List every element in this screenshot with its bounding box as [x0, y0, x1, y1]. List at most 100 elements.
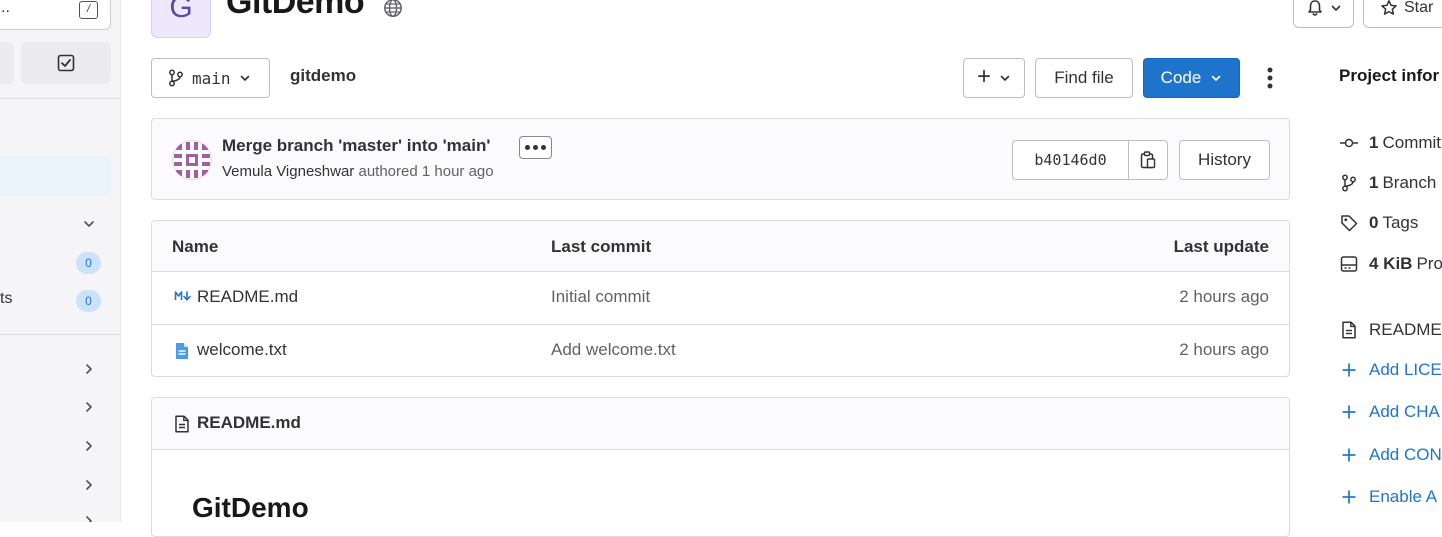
ellipsis-dot — [541, 145, 546, 150]
history-button[interactable]: History — [1179, 140, 1270, 180]
commit-meta: Vemula Vigneshwar authored 1 hour ago — [222, 163, 494, 180]
todo-checkbox-icon — [57, 54, 75, 72]
chevron-right-icon[interactable] — [82, 400, 96, 414]
commits-count-link[interactable]: 1 Commit — [1339, 131, 1441, 155]
chevron-down-icon — [1000, 75, 1010, 81]
commit-icon — [1340, 138, 1358, 148]
notification-bell-button[interactable] — [1293, 0, 1354, 28]
table-row[interactable]: README.md Initial commit 2 hours ago — [152, 272, 1289, 324]
bell-icon — [1307, 0, 1322, 16]
add-new-dropdown[interactable]: + — [963, 58, 1025, 98]
chevron-down-icon — [1211, 75, 1221, 81]
file-last-commit-link[interactable]: Add welcome.txt — [551, 340, 676, 360]
text-file-icon — [176, 343, 188, 359]
stat-label: Branch — [1382, 173, 1437, 192]
chevron-down-icon — [240, 75, 249, 81]
ellipsis-dot — [533, 145, 538, 150]
tags-count-link[interactable]: 0 Tags — [1339, 211, 1418, 235]
stat-value: 1 — [1369, 133, 1379, 152]
branches-count-link[interactable]: 1 Branch — [1339, 171, 1436, 195]
project-avatar[interactable]: G — [151, 0, 211, 38]
file-name-link[interactable]: welcome.txt — [197, 340, 287, 360]
readme-heading: GitDemo — [192, 492, 309, 523]
commit-time: 1 hour ago — [421, 163, 494, 180]
code-dropdown-button[interactable]: Code — [1143, 58, 1240, 98]
find-file-button[interactable]: Find file — [1035, 58, 1133, 98]
sidebar-search-box[interactable]: .. / — [0, 0, 111, 30]
commit-action: authored — [358, 163, 418, 180]
copy-sha-button[interactable] — [1129, 141, 1167, 179]
globe-icon — [384, 0, 402, 17]
file-tree-table: Name Last commit Last update README.md I… — [151, 220, 1290, 377]
sidebar-divider — [0, 98, 120, 99]
chevron-right-icon[interactable] — [82, 439, 96, 453]
author-identicon-avatar[interactable] — [172, 140, 212, 180]
stat-label: Pro — [1416, 254, 1442, 273]
keyboard-shortcut-hint: / — [79, 1, 98, 19]
readme-filename-link[interactable]: README.md — [197, 413, 301, 433]
column-header-last-commit: Last commit — [551, 237, 652, 256]
ellipsis-dot — [525, 145, 530, 150]
file-name-link[interactable]: README.md — [197, 287, 298, 307]
search-truncated-text: .. — [1, 0, 10, 16]
sidebar-button-left[interactable] — [0, 42, 14, 84]
column-header-name: Name — [172, 237, 219, 256]
sidebar-divider — [0, 334, 120, 335]
star-label: Star — [1404, 0, 1434, 16]
chevron-right-icon[interactable] — [82, 478, 96, 492]
todo-button[interactable] — [21, 42, 111, 84]
sidebar-count-badge: 0 — [76, 252, 101, 274]
chevron-right-icon[interactable] — [82, 514, 96, 522]
plus-icon — [1342, 405, 1356, 419]
markdown-icon — [174, 291, 191, 301]
repository-path[interactable]: gitdemo — [290, 66, 356, 86]
link-label: Enable A — [1369, 487, 1438, 506]
commit-sha[interactable]: b40146d0 — [1013, 141, 1129, 179]
more-actions-icon[interactable] — [1258, 66, 1282, 92]
left-sidebar: .. / 0 ts 0 — [0, 0, 121, 522]
plus-icon — [1342, 363, 1356, 377]
toggle-commit-description-button[interactable] — [519, 136, 552, 159]
project-title: GitDemo — [226, 0, 365, 21]
sidebar-item-label[interactable]: ts — [0, 290, 12, 308]
link-label: Add CHA — [1369, 402, 1440, 421]
stat-label: Commit — [1382, 133, 1442, 152]
branch-icon — [169, 69, 183, 87]
file-last-commit-link[interactable]: Initial commit — [551, 287, 650, 307]
add-license-link[interactable]: Add LICE — [1339, 358, 1442, 382]
readme-header: README.md — [152, 398, 1289, 450]
branch-selector[interactable]: main — [151, 58, 270, 98]
link-label: Add CON — [1369, 445, 1442, 464]
star-button[interactable]: Star — [1363, 0, 1442, 28]
clipboard-icon — [1140, 151, 1156, 169]
stat-label: Tags — [1382, 213, 1419, 232]
enable-auto-devops-link[interactable]: Enable A — [1339, 485, 1437, 509]
storage-icon — [1340, 256, 1358, 272]
last-commit-card: Merge branch 'master' into 'main' Vemula… — [151, 118, 1290, 200]
storage-size-link[interactable]: 4 KiB Pro — [1339, 252, 1442, 276]
star-icon — [1381, 0, 1397, 15]
doc-icon — [1342, 321, 1356, 339]
sidebar-count-badge: 0 — [76, 290, 101, 312]
readme-link[interactable]: README — [1339, 318, 1442, 342]
column-header-last-update: Last update — [1173, 237, 1269, 256]
file-last-update: 2 hours ago — [1179, 340, 1269, 359]
link-label: README — [1369, 320, 1442, 339]
branch-icon — [1342, 174, 1356, 192]
plus-icon — [1342, 448, 1356, 462]
readme-card: README.md GitDemo — [151, 397, 1290, 537]
sidebar-item-active[interactable] — [0, 156, 111, 196]
branch-name: main — [192, 68, 231, 88]
add-contributing-link[interactable]: Add CON — [1339, 443, 1442, 467]
stat-value: 0 — [1369, 213, 1379, 232]
stat-value: 1 — [1369, 173, 1379, 192]
commit-author-link[interactable]: Vemula Vigneshwar — [222, 163, 354, 180]
chevron-down-icon[interactable] — [82, 217, 96, 231]
chevron-right-icon[interactable] — [82, 362, 96, 376]
table-row[interactable]: welcome.txt Add welcome.txt 2 hours ago — [152, 324, 1289, 376]
stat-value: 4 KiB — [1369, 254, 1413, 273]
commit-title-link[interactable]: Merge branch 'master' into 'main' — [222, 136, 490, 156]
plus-icon — [1342, 490, 1356, 504]
project-information-title: Project infor — [1339, 66, 1440, 85]
add-changelog-link[interactable]: Add CHA — [1339, 400, 1440, 424]
